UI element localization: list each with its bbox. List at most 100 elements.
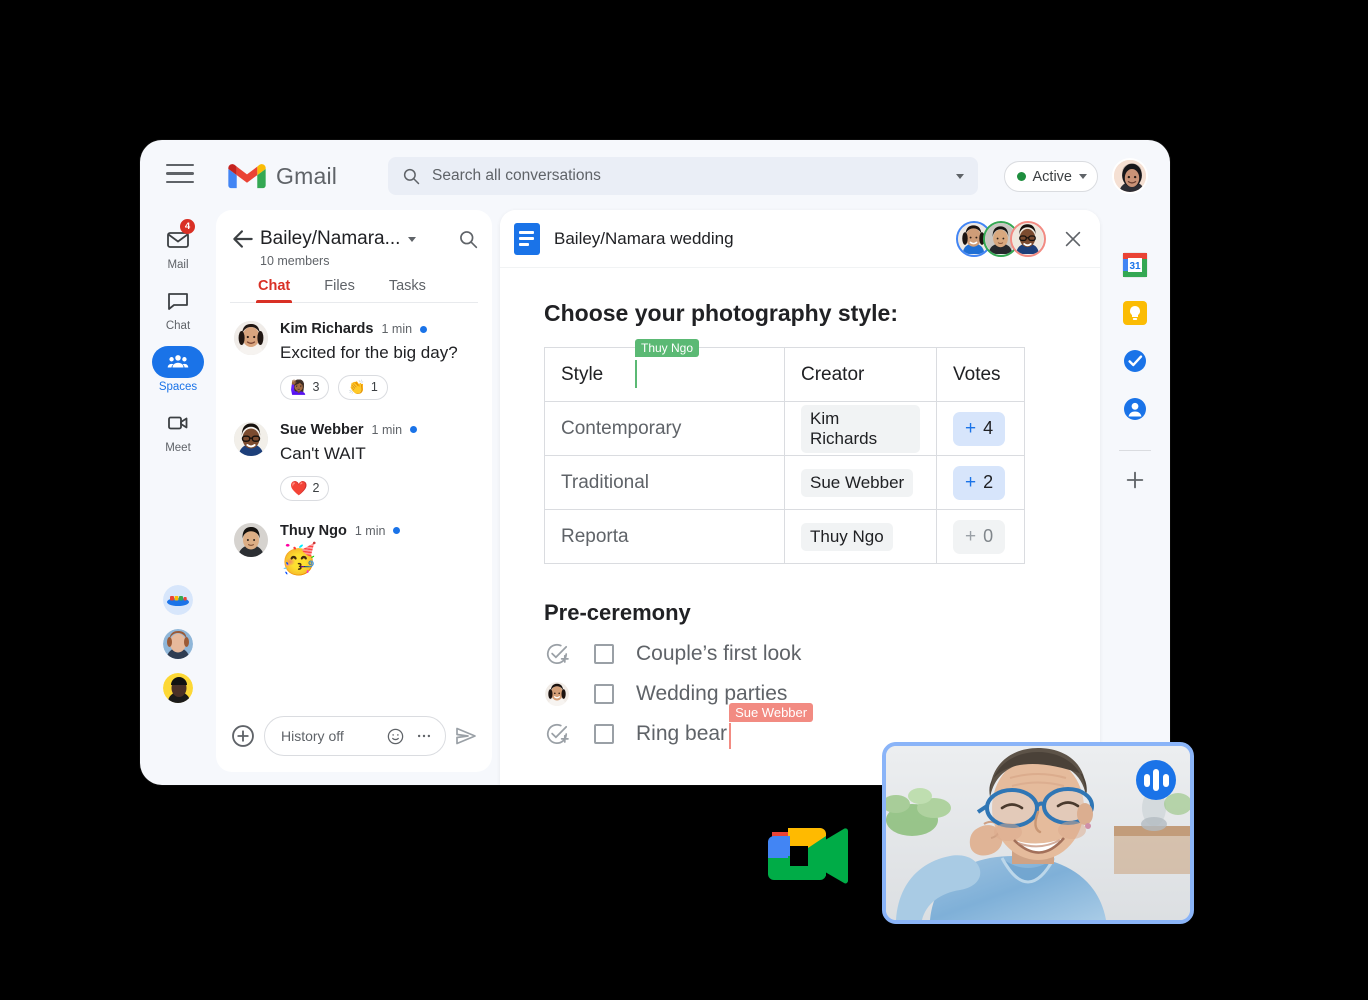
document-header: Bailey/Namara wedding: [500, 210, 1100, 268]
emoji-face-icon[interactable]: [386, 727, 405, 746]
google-meet-icon: [768, 828, 848, 884]
search-input[interactable]: Search all conversations: [388, 157, 978, 195]
status-badge[interactable]: Active: [1003, 161, 1098, 192]
tasks-icon-glyph: [1124, 350, 1146, 372]
vote-chip[interactable]: +0: [953, 519, 1006, 554]
chevron-down-icon[interactable]: [956, 173, 964, 179]
vote-chip[interactable]: +2: [953, 465, 1006, 500]
vote-chip[interactable]: +4: [953, 411, 1006, 446]
rail-avatar-3[interactable]: [163, 673, 193, 703]
checkbox[interactable]: [594, 724, 614, 744]
message-item: Kim Richards 1 min Excited for the big d…: [216, 321, 492, 400]
left-navigation-rail: 4 Mail Chat Spaces Meet: [140, 210, 216, 785]
collaborator-photo: [1012, 222, 1043, 255]
reaction-chip[interactable]: 👏 1: [338, 374, 388, 400]
avatar[interactable]: [234, 522, 268, 557]
sidebar-item-meet[interactable]: Meet: [140, 393, 216, 454]
assignee-photo-kim: [545, 682, 569, 706]
plus-sign: +: [965, 417, 977, 439]
cell-votes: +2: [936, 455, 1025, 510]
sidebar-item-mail[interactable]: 4 Mail: [140, 210, 216, 271]
collab-caret-sue: [729, 723, 732, 749]
reaction-count: 3: [312, 380, 320, 395]
avatar-kim-richards: [234, 321, 268, 355]
close-icon[interactable]: [1062, 228, 1084, 250]
reaction-count: 2: [312, 481, 320, 496]
checkbox[interactable]: [594, 644, 614, 664]
collaborator-avatars: [956, 220, 1046, 257]
profile-photo: [1114, 160, 1146, 192]
creator-chip[interactable]: Thuy Ngo: [801, 522, 893, 551]
chat-icon-wrap: [152, 285, 204, 317]
sidebar-item-spaces[interactable]: Spaces: [140, 332, 216, 393]
chevron-down-icon[interactable]: [408, 236, 417, 242]
table-row: Contemporary Kim Richards +4: [544, 401, 1025, 456]
meet-video-tile[interactable]: [882, 742, 1194, 924]
chat-bubble-icon: [168, 293, 188, 310]
mail-icon-wrap: 4: [152, 219, 204, 256]
add-task-icon[interactable]: [544, 641, 570, 667]
rail-avatar-image-1: [163, 585, 193, 615]
document-body: Choose your photography style: Style Cre…: [500, 268, 1100, 785]
cell-votes: +0: [936, 509, 1025, 564]
tab-tasks[interactable]: Tasks: [389, 278, 426, 303]
rail-avatar-1[interactable]: [163, 585, 193, 615]
cell-style: Traditional: [544, 455, 785, 510]
back-arrow-icon[interactable]: [230, 226, 256, 252]
gmail-logo[interactable]: Gmail: [228, 162, 337, 190]
unread-dot-icon: [410, 426, 418, 434]
cell-style: Reporta Thuy Ngo: [544, 339, 785, 564]
table-header-row: Style Creator Votes: [544, 347, 1025, 402]
avatar-profile[interactable]: [1112, 158, 1148, 194]
avatar-thuy-ngo: [234, 522, 268, 557]
send-icon[interactable]: [454, 724, 478, 748]
message-input[interactable]: History off: [264, 716, 446, 756]
cell-creator: Sue Webber: [784, 455, 937, 510]
contacts-icon-glyph: [1124, 398, 1146, 420]
tab-chat[interactable]: Chat: [255, 278, 293, 303]
keep-bulb-icon[interactable]: [1122, 300, 1148, 326]
search-icon[interactable]: [458, 229, 478, 249]
plus-circle-icon[interactable]: [230, 723, 256, 749]
speaking-waveform-icon: [1136, 760, 1176, 800]
tab-files[interactable]: Files: [324, 278, 355, 303]
contacts-person-icon[interactable]: [1122, 396, 1148, 422]
cell-style-text: Reporta: [561, 525, 629, 547]
reaction-count: 1: [370, 380, 378, 395]
reaction-chip[interactable]: 🙋🏾‍♀️ 3: [280, 374, 330, 400]
top-bar: Gmail Search all conversations Active: [140, 140, 1170, 210]
rail-divider: [1119, 450, 1151, 451]
composer-placeholder: History off: [281, 728, 344, 744]
collab-cursor-label-thuy: Thuy Ngo: [635, 339, 700, 357]
creator-chip[interactable]: Sue Webber: [801, 468, 914, 497]
checkbox[interactable]: [594, 684, 614, 704]
gmail-wordmark: Gmail: [276, 162, 338, 189]
tasks-check-icon[interactable]: [1122, 348, 1148, 374]
add-task-icon[interactable]: [544, 721, 570, 747]
chat-tabs: Chat Files Tasks: [255, 278, 478, 303]
assignee-avatar[interactable]: [545, 682, 569, 706]
plus-sign: +: [965, 525, 977, 547]
calendar-icon[interactable]: 31: [1122, 252, 1148, 278]
rail-avatar-2[interactable]: [163, 629, 193, 659]
plus-icon[interactable]: [1124, 469, 1146, 491]
collaborator-avatar-sue[interactable]: [1010, 220, 1046, 257]
column-header-votes: Votes: [936, 347, 1025, 402]
creator-chip[interactable]: Kim Richards: [801, 404, 920, 453]
rail-avatar-image-2: [163, 629, 193, 659]
avatar[interactable]: [234, 321, 268, 355]
reaction-chip[interactable]: ❤️ 2: [280, 475, 330, 501]
checklist-label-text: Ring bear: [636, 722, 728, 745]
document-title: Bailey/Namara wedding: [554, 228, 734, 248]
column-header-creator: Creator: [784, 347, 937, 402]
message-item: Sue Webber 1 min Can't WAIT ❤️ 2: [216, 421, 492, 501]
message-timestamp: 1 min: [381, 322, 413, 336]
sidebar-item-chat[interactable]: Chat: [140, 271, 216, 332]
more-horizontal-icon[interactable]: [415, 727, 433, 745]
main-menu-icon[interactable]: [166, 164, 194, 186]
document-subheading: Pre-ceremony: [544, 600, 691, 625]
avatar[interactable]: [234, 421, 268, 456]
status-dot-icon: [1016, 172, 1026, 181]
chevron-down-icon[interactable]: [1079, 174, 1087, 179]
reaction-emoji: 👏: [348, 378, 366, 395]
